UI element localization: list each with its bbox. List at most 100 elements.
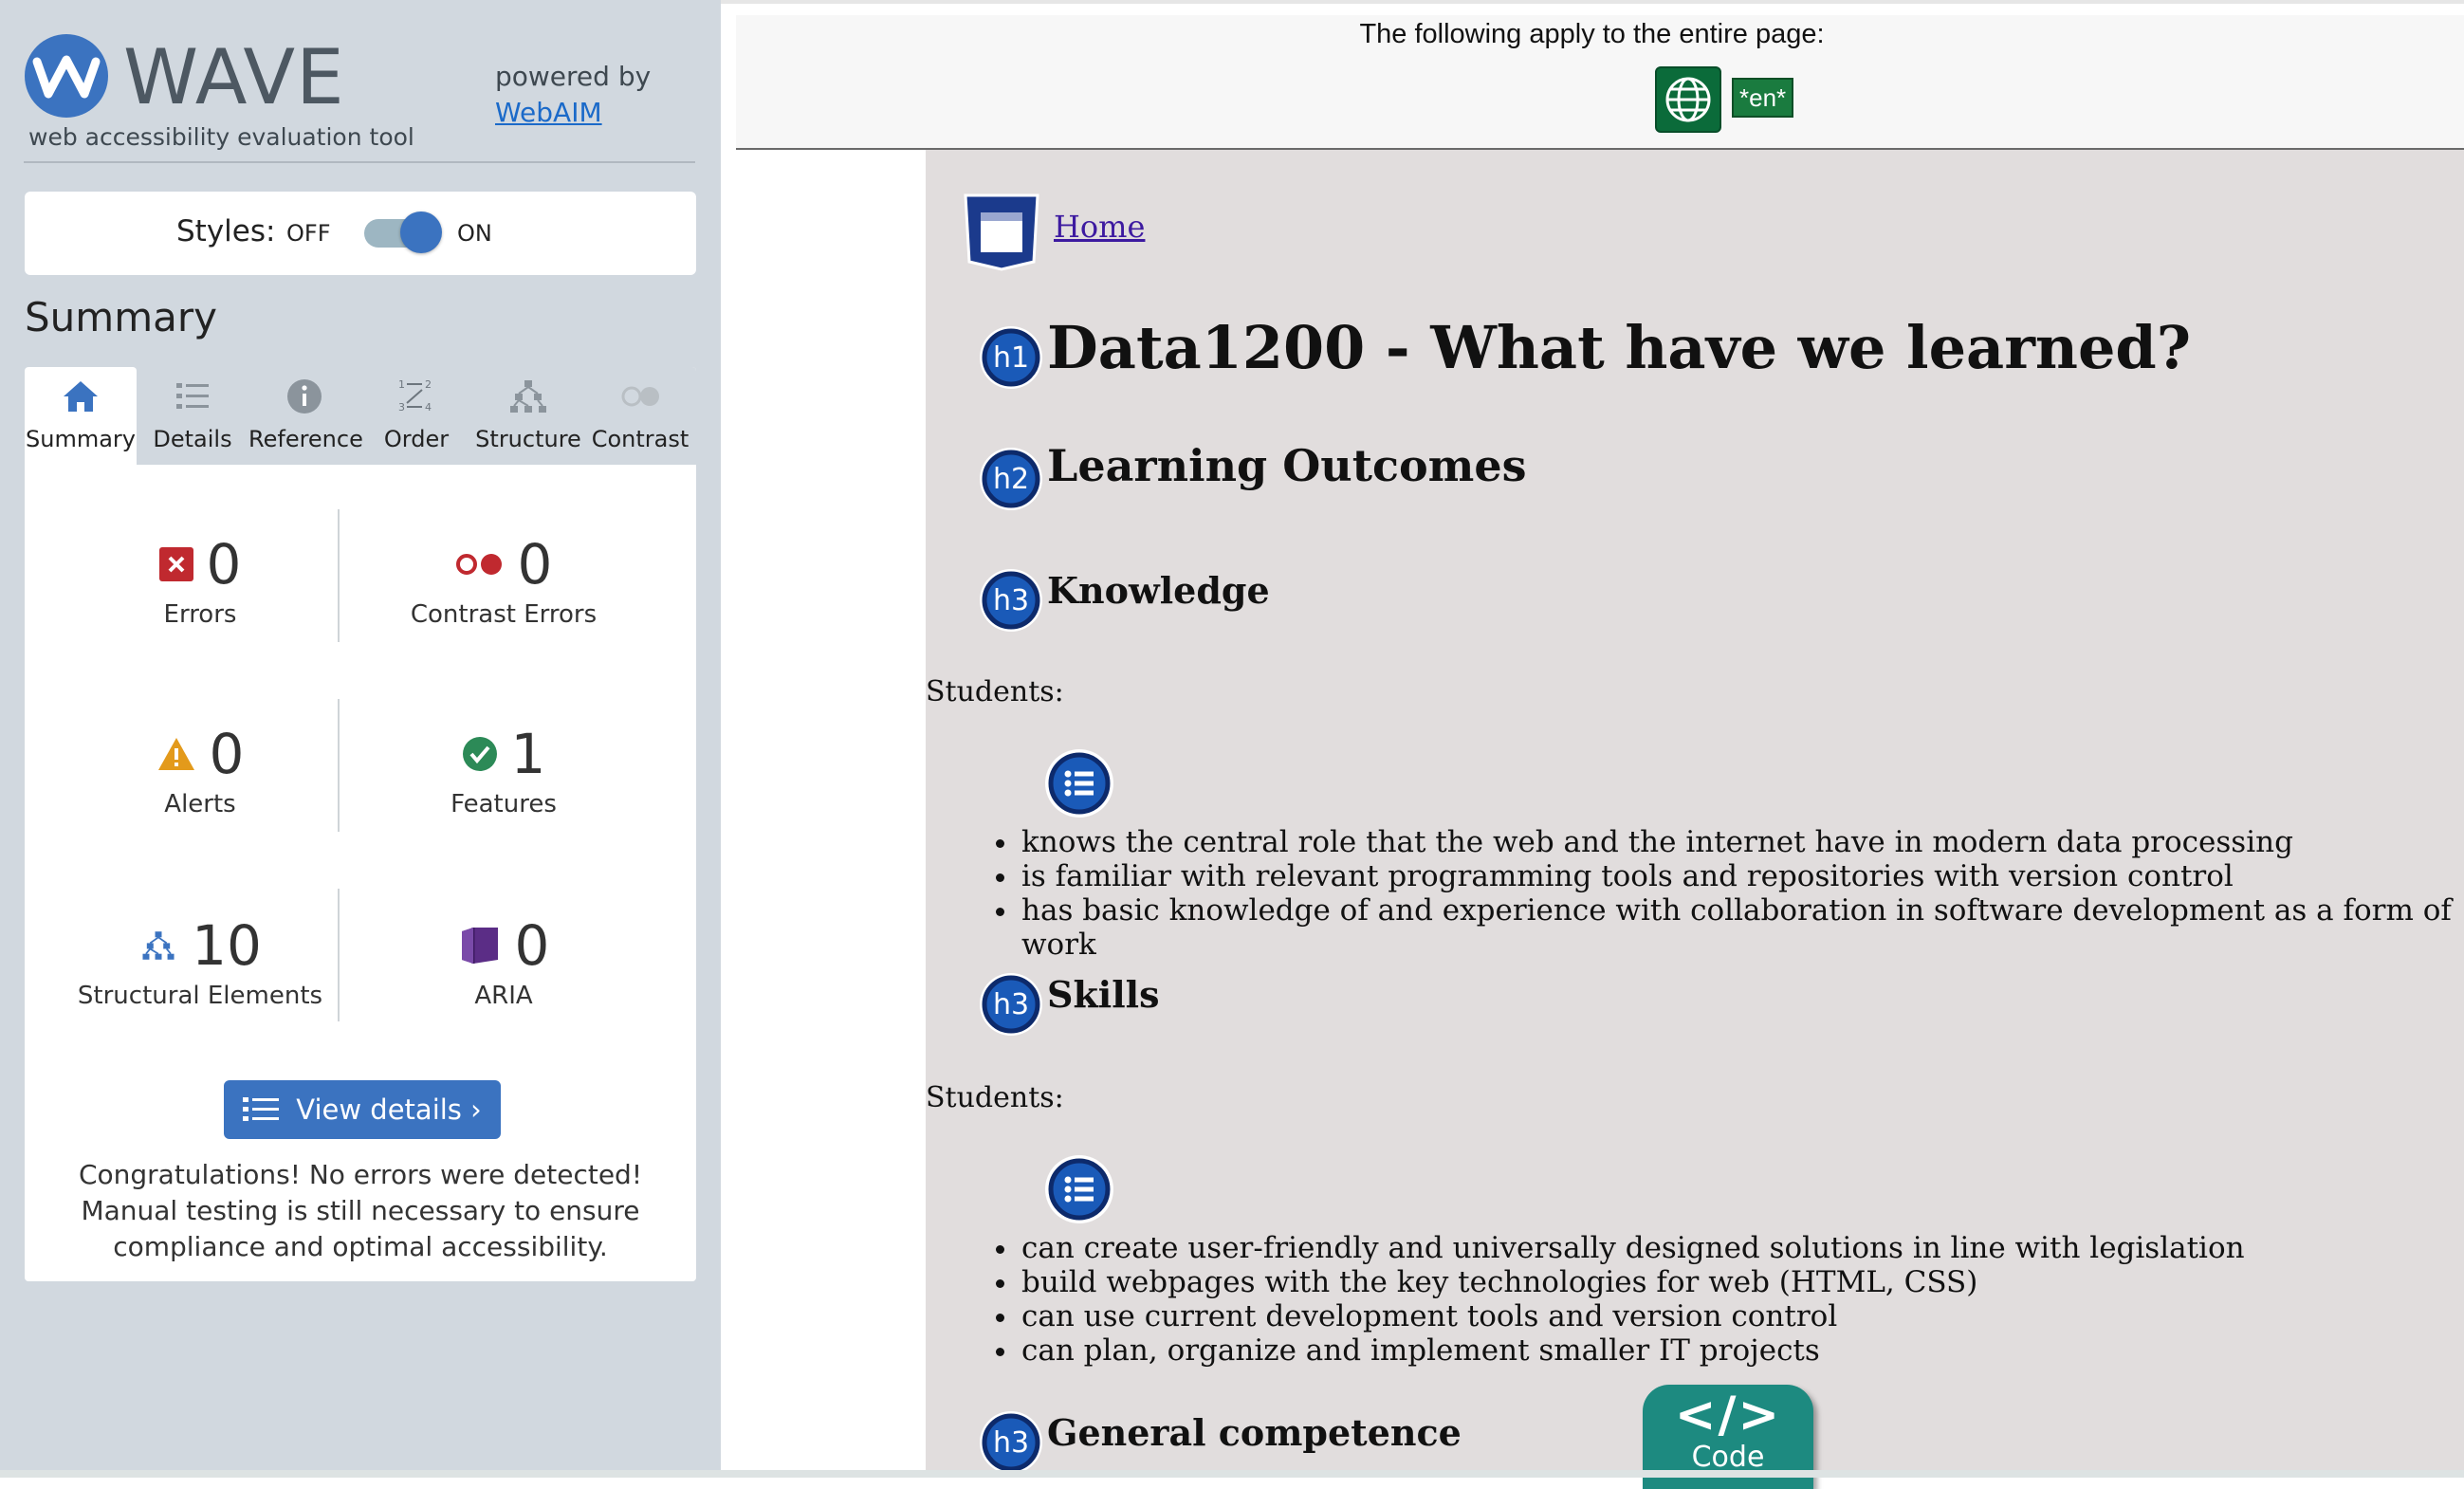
alerts-label: Alerts: [164, 790, 236, 818]
tab-details[interactable]: Details: [137, 367, 248, 465]
wave-tagline: web accessibility evaluation tool: [28, 123, 414, 151]
tab-label: Contrast: [591, 426, 690, 452]
heading-badge-label: h1: [993, 341, 1029, 375]
styles-label: Styles:: [176, 214, 276, 248]
tab-label: Order: [383, 426, 450, 452]
home-link[interactable]: Home: [1054, 209, 1145, 245]
tab-summary[interactable]: Summary: [25, 367, 137, 465]
list-icon: [243, 1097, 280, 1121]
contrast-errors-label: Contrast Errors: [410, 600, 598, 629]
heading-badge-label: h3: [993, 1426, 1029, 1460]
wave-logo-icon: [25, 34, 108, 118]
stat-contrast-errors[interactable]: 0 Contrast Errors: [352, 532, 655, 629]
contrast-icon: [621, 386, 659, 407]
tab-label: Summary: [26, 426, 136, 452]
bottom-border: [0, 1470, 2464, 1478]
heading-h2-icon[interactable]: h2: [978, 446, 1044, 512]
list-icon[interactable]: [1043, 1153, 1115, 1225]
heading-h3-icon[interactable]: h3: [978, 1409, 1044, 1476]
students-label: Students:: [926, 675, 1064, 708]
styles-toggle-switch[interactable]: [364, 211, 442, 253]
view-details-button[interactable]: View details ›: [224, 1080, 501, 1139]
stat-features[interactable]: 1 Features: [352, 722, 655, 818]
list-item: is familiar with relevant programming to…: [1020, 859, 2464, 893]
structural-count: 10: [192, 913, 262, 978]
order-icon: 1 2 3 4: [398, 378, 432, 414]
code-label: Code: [1691, 1441, 1765, 1474]
list-item: can use current development tools and ve…: [1020, 1299, 2245, 1333]
styles-off-label: OFF: [286, 220, 331, 247]
list-icon[interactable]: [1043, 747, 1115, 819]
aria-count: 0: [514, 913, 550, 978]
heading-h1-icon[interactable]: h1: [978, 324, 1044, 391]
alert-icon: [157, 738, 194, 770]
styles-on-label: ON: [457, 220, 492, 247]
errors-count: 0: [206, 532, 242, 597]
svg-text:4: 4: [425, 401, 432, 414]
heading-h3-icon[interactable]: h3: [978, 971, 1044, 1038]
toggle-knob: [400, 211, 442, 253]
summary-heading: Summary: [25, 294, 217, 340]
alerts-count: 0: [209, 722, 245, 786]
home-icon: [64, 381, 98, 412]
list-item: build webpages with the key technologies…: [1020, 1265, 2245, 1299]
aria-label: ARIA: [474, 982, 533, 1010]
lang-tag[interactable]: *en*: [1732, 78, 1794, 118]
congrats-message: Congratulations! No errors were detected…: [78, 1159, 643, 1262]
styles-toggle-panel: Styles: OFF ON: [25, 192, 696, 275]
feature-check-icon: [462, 737, 497, 771]
stat-structural[interactable]: 10 Structural Elements: [48, 913, 352, 1010]
tab-reference[interactable]: Reference: [248, 367, 363, 465]
page-h1: Data1200 - What have we learned?: [1047, 313, 2192, 382]
info-icon: [287, 379, 322, 414]
tab-structure[interactable]: Structure: [472, 367, 584, 465]
list-item: knows the central role that the web and …: [1020, 825, 2464, 859]
list-item: can create user-friendly and universally…: [1020, 1231, 2245, 1265]
knowledge-list: knows the central role that the web and …: [997, 825, 2464, 962]
powered-by: powered by WebAIM: [495, 59, 651, 131]
wave-brand: WAVE web accessibility evaluation tool p…: [24, 28, 695, 163]
skills-list: can create user-friendly and universally…: [997, 1231, 2245, 1368]
aria-cube-icon: [461, 928, 498, 964]
contrast-errors-count: 0: [517, 532, 553, 597]
svg-text:3: 3: [398, 401, 405, 414]
globe-icon[interactable]: [1655, 66, 1721, 133]
list-item: has basic knowledge of and experience wi…: [1020, 893, 2464, 962]
tab-label: Details: [153, 426, 232, 452]
summary-panel: Summary Details Reference 1 2 3 4 Order Str…: [25, 367, 696, 1281]
view-details-label: View details ›: [296, 1094, 482, 1126]
page-h3-general: General competence: [1047, 1411, 1462, 1454]
page-h3-knowledge: Knowledge: [1047, 569, 1270, 612]
tab-order[interactable]: 1 2 3 4 Order: [360, 367, 472, 465]
svg-text:2: 2: [425, 378, 432, 391]
list-icon: [176, 383, 209, 409]
tab-contrast[interactable]: Contrast: [584, 367, 696, 465]
webaim-link[interactable]: WebAIM: [495, 95, 651, 131]
heading-badge-label: h2: [993, 463, 1029, 496]
wave-sidebar: WAVE web accessibility evaluation tool p…: [0, 0, 721, 1478]
tab-label: Reference: [248, 426, 363, 452]
wave-title: WAVE: [123, 33, 345, 121]
top-border: [721, 0, 2464, 4]
contrast-error-icon: [455, 554, 502, 575]
heading-h3-icon[interactable]: h3: [978, 567, 1044, 634]
students-label: Students:: [926, 1081, 1064, 1114]
structure-icon: [510, 380, 546, 413]
structural-label: Structural Elements: [77, 982, 323, 1010]
page-h3-skills: Skills: [1047, 973, 1160, 1016]
powered-by-label: powered by: [495, 61, 652, 92]
code-icon: </>: [1674, 1387, 1782, 1443]
tab-label: Structure: [475, 426, 581, 452]
landmark-icon[interactable]: [962, 192, 1041, 271]
list-item: can plan, organize and implement smaller…: [1020, 1333, 2245, 1368]
banner-text: The following apply to the entire page:: [1359, 19, 1825, 49]
stat-errors[interactable]: 0 Errors: [48, 532, 352, 629]
heading-badge-label: h3: [993, 988, 1029, 1021]
page-level-banner: The following apply to the entire page: …: [736, 15, 2464, 150]
stat-alerts[interactable]: 0 Alerts: [48, 722, 352, 818]
features-label: Features: [451, 790, 557, 818]
page-preview: The following apply to the entire page: …: [721, 0, 2464, 1489]
features-count: 1: [510, 722, 546, 786]
error-icon: [158, 547, 193, 581]
stat-aria[interactable]: 0 ARIA: [352, 913, 655, 1010]
